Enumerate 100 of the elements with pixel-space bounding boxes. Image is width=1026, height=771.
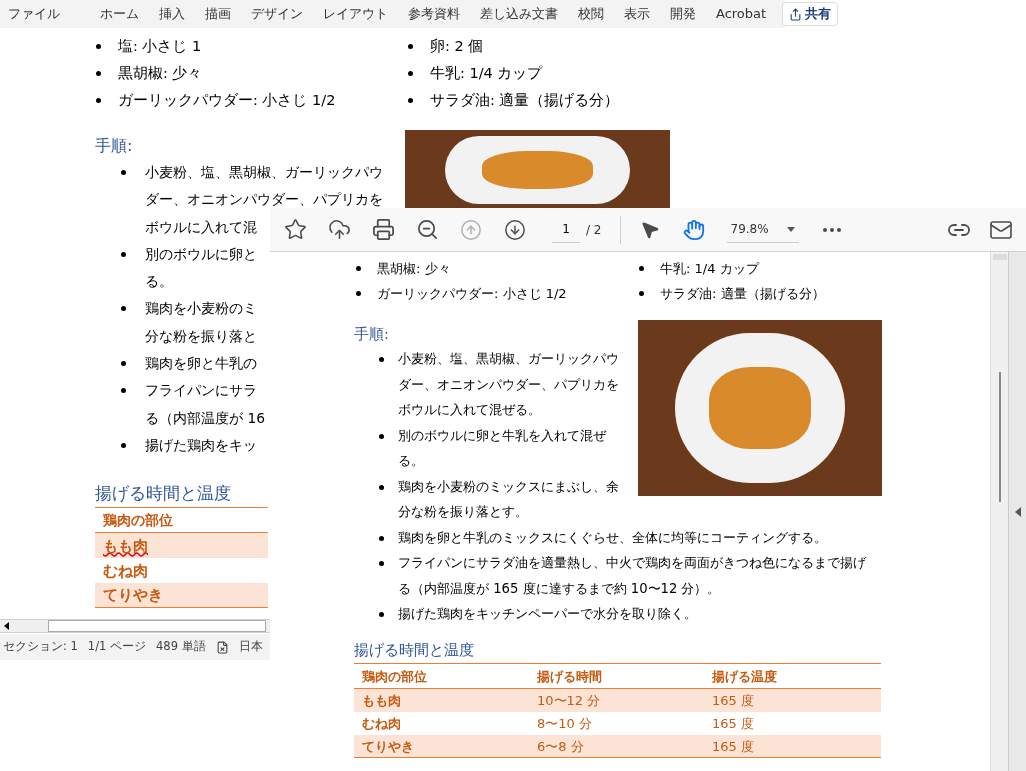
horizontal-scrollbar-thumb[interactable] — [48, 620, 266, 632]
step-text: ボウルに入れて混 — [145, 217, 257, 237]
table-header: 鶏肉の部位 — [362, 668, 427, 684]
bullet-icon — [121, 251, 126, 257]
page-total: / 2 — [586, 221, 602, 239]
ingredient-text: 卵: 2 個 — [430, 36, 484, 56]
bullet-icon — [379, 357, 384, 362]
status-word-count: 489 単語 — [156, 638, 206, 656]
table-cell-text: むね肉 — [103, 560, 148, 582]
table-cell: もも肉 — [362, 693, 401, 708]
step-text: 鶏肉を小麦粉のミ — [145, 299, 257, 319]
ribbon-tab[interactable]: 表示 — [624, 4, 650, 24]
table-cell: てりやき — [362, 738, 414, 754]
page-number-field[interactable]: 1 — [552, 216, 580, 243]
ribbon-tab[interactable]: レイアウト — [323, 4, 388, 24]
status-section: セクション: 1 — [3, 638, 78, 656]
bullet-icon — [408, 98, 413, 103]
step-text: 別のボウルに卵と — [145, 244, 257, 264]
bullet-icon — [356, 291, 361, 296]
ribbon-tab[interactable]: ファイル — [8, 4, 60, 24]
zoom-out-icon — [415, 218, 439, 241]
table-cell: 8〜10 分 — [537, 716, 592, 731]
step-text: る。 — [145, 272, 173, 292]
bullet-icon — [96, 71, 101, 76]
step-text: る（内部温度が 16 — [145, 408, 265, 428]
ribbon-tab[interactable]: ホーム — [100, 4, 139, 24]
section-heading: 揚げる時間と温度 — [95, 482, 232, 506]
caret-icon — [786, 226, 795, 232]
step-text: 鶏肉を卵と牛乳の — [145, 354, 257, 374]
bullet-icon — [96, 44, 101, 49]
ribbon-tab[interactable]: 差し込み文書 — [480, 4, 558, 24]
vertical-scrollbar[interactable] — [990, 252, 1008, 771]
table-cell-text: もも肉 — [103, 535, 148, 557]
share-button[interactable]: 共有 — [782, 2, 839, 26]
status-language[interactable]: 日本 — [238, 638, 263, 656]
ingredient-text: 黒胡椒: 少々 — [377, 259, 451, 278]
bullet-icon — [408, 71, 413, 76]
table-cell-text: てりやき — [103, 585, 163, 606]
cloud-upload-icon — [327, 218, 351, 241]
step-text: ダー、オニオンパウダー、パプリカを — [398, 375, 619, 394]
bullet-icon — [121, 361, 126, 367]
arrow-down-icon — [504, 218, 526, 241]
table-header: 鶏肉の部位 — [103, 510, 173, 530]
bullet-icon — [639, 291, 644, 296]
table-header: 揚げる時間 — [537, 668, 602, 684]
bullet-icon — [379, 484, 384, 490]
ribbon-tab[interactable]: 挿入 — [159, 4, 185, 24]
share-icon — [789, 7, 803, 21]
bullet-icon — [121, 170, 126, 175]
ribbon-tab[interactable]: Acrobat — [716, 4, 767, 24]
step-text: ダー、オニオンパウダー、パプリカを — [145, 190, 383, 210]
ribbon-tab[interactable]: 参考資料 — [408, 4, 460, 24]
proofing-icon[interactable] — [215, 640, 229, 654]
step-text: 揚げた鶏肉をキッチンペーパーで水分を取り除く。 — [398, 605, 697, 623]
ingredient-text: 黒胡椒: 少々 — [118, 63, 203, 83]
bullet-icon — [639, 266, 644, 271]
table-header: 揚げる温度 — [712, 668, 777, 684]
step-text: 小麦粉、塩、黒胡椒、ガーリックパウ — [145, 163, 383, 182]
step-text: 分な粉を振り落とす。 — [398, 503, 529, 521]
bullet-icon — [379, 535, 384, 541]
ribbon-tab[interactable]: 開発 — [670, 4, 696, 24]
table-cell: 6〜8 分 — [537, 738, 584, 754]
bullet-icon — [121, 306, 126, 312]
ingredient-text: 牛乳: 1/4 カップ — [430, 63, 543, 83]
ingredient-text: 牛乳: 1/4 カップ — [660, 259, 759, 278]
bullet-icon — [356, 266, 361, 271]
step-text: 鶏肉を卵と牛乳のミックスにくぐらせ、全体に均等にコーティングする。 — [398, 528, 827, 547]
step-text: ボウルに入れて混ぜる。 — [398, 401, 542, 419]
step-text: 別のボウルに卵と牛乳を入れて混ぜ — [398, 426, 606, 445]
table-cell: 10〜12 分 — [537, 693, 601, 708]
section-heading: 揚げる時間と温度 — [354, 639, 475, 661]
bullet-icon — [121, 442, 126, 448]
ingredient-text: ガーリックパウダー: 小さじ 1/2 — [377, 284, 567, 303]
table-cell: 165 度 — [712, 716, 754, 731]
step-text: 鶏肉を小麦粉のミックスにまぶし、余 — [398, 477, 619, 496]
step-text: フライパンにサラ — [145, 381, 257, 401]
collapse-arrow-icon[interactable] — [1014, 506, 1021, 517]
hand-icon — [682, 218, 705, 241]
zoom-dropdown[interactable]: 79.8% — [726, 216, 799, 243]
status-page: 1/1 ページ — [87, 638, 147, 656]
more-icon — [822, 227, 841, 232]
step-text: 揚げた鶏肉をキッ — [145, 435, 257, 455]
star-icon — [283, 218, 307, 241]
step-text: 小麦粉、塩、黒胡椒、ガーリックパウ — [398, 350, 619, 368]
bullet-icon — [96, 98, 101, 103]
bullet-icon — [379, 561, 384, 566]
ribbon-tab[interactable]: 描画 — [205, 4, 231, 24]
bullet-icon — [379, 433, 384, 439]
ribbon-tab[interactable]: デザイン — [251, 4, 303, 24]
step-text: る（内部温度が 165 度に達するまで約 10〜12 分）。 — [398, 579, 722, 598]
step-text: フライパンにサラダ油を適量熱し、中火で鶏肉を両面がきつね色になるまで揚げ — [398, 554, 866, 572]
ingredient-text: ガーリックパウダー: 小さじ 1/2 — [118, 90, 336, 110]
bullet-icon — [379, 612, 384, 617]
ingredient-text: 塩: 小さじ 1 — [118, 36, 202, 56]
bullet-icon — [121, 388, 126, 394]
section-heading: 手順: — [95, 135, 134, 157]
ribbon-tab[interactable]: 校閲 — [578, 4, 604, 24]
table-cell: むね肉 — [362, 716, 401, 731]
scrollbar-thumb[interactable] — [998, 372, 1001, 502]
table-cell: 165 度 — [712, 738, 754, 754]
